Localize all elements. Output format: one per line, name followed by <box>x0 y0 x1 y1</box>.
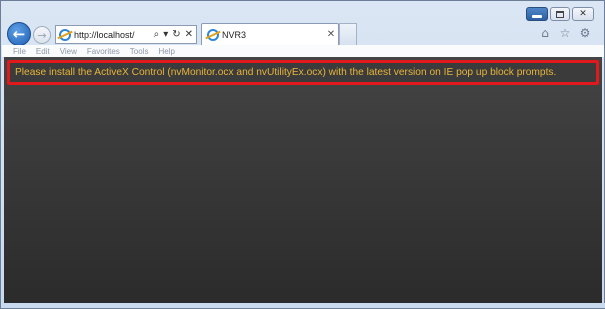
forward-button[interactable]: → <box>33 26 51 44</box>
chevron-down-icon[interactable]: ▾ <box>163 29 168 40</box>
page-content: Please install the ActiveX Control (nvMo… <box>4 57 602 305</box>
back-arrow-icon: ← <box>12 25 26 43</box>
browser-window: ✕ ← → http://localhost/ ⌕ ▾ ↻ ✕ NVR3 ✕ ⌂… <box>0 0 605 309</box>
address-url[interactable]: http://localhost/ <box>74 30 154 40</box>
browser-tools: ⌂ ☆ ⚙ <box>538 26 592 40</box>
window-bottom-border <box>1 303 605 308</box>
back-button[interactable]: ← <box>7 22 31 46</box>
tab-ie-icon <box>207 28 219 41</box>
search-icon[interactable]: ⌕ <box>154 29 160 40</box>
tab-close-icon[interactable]: ✕ <box>324 29 338 40</box>
window-close-button[interactable]: ✕ <box>572 7 594 21</box>
caption-buttons: ✕ <box>526 7 594 21</box>
favorites-star-icon[interactable]: ☆ <box>558 26 572 40</box>
home-icon[interactable]: ⌂ <box>538 26 552 40</box>
forward-arrow-icon: → <box>37 28 47 42</box>
settings-gear-icon[interactable]: ⚙ <box>578 26 592 40</box>
menu-item-file[interactable]: File <box>13 47 26 56</box>
minimize-button[interactable] <box>526 7 548 21</box>
menu-item-tools[interactable]: Tools <box>130 47 149 56</box>
new-tab-button[interactable] <box>339 23 357 45</box>
menu-item-favorites[interactable]: Favorites <box>87 47 120 56</box>
navigation-bar: ← → http://localhost/ ⌕ ▾ ↻ ✕ NVR3 ✕ ⌂ ☆… <box>5 21 602 47</box>
stop-icon[interactable]: ✕ <box>185 29 193 40</box>
tab-title: NVR3 <box>222 29 247 40</box>
menu-item-help[interactable]: Help <box>158 47 174 56</box>
close-icon: ✕ <box>579 8 587 19</box>
menu-bar: File Edit View Favorites Tools Help <box>2 45 604 57</box>
address-bar[interactable]: http://localhost/ ⌕ ▾ ↻ ✕ <box>55 25 197 44</box>
menu-item-view[interactable]: View <box>60 47 77 56</box>
activex-alert-banner: Please install the ActiveX Control (nvMo… <box>7 60 599 85</box>
refresh-icon[interactable]: ↻ <box>172 29 180 40</box>
maximize-icon <box>556 10 564 18</box>
minimize-icon <box>532 15 542 18</box>
address-tools: ⌕ ▾ ↻ ✕ <box>154 29 196 40</box>
ie-page-icon <box>59 28 71 41</box>
tab-nvr3[interactable]: NVR3 ✕ <box>201 23 339 45</box>
menu-item-edit[interactable]: Edit <box>36 47 50 56</box>
maximize-button[interactable] <box>550 7 570 21</box>
alert-message: Please install the ActiveX Control (nvMo… <box>15 67 557 78</box>
